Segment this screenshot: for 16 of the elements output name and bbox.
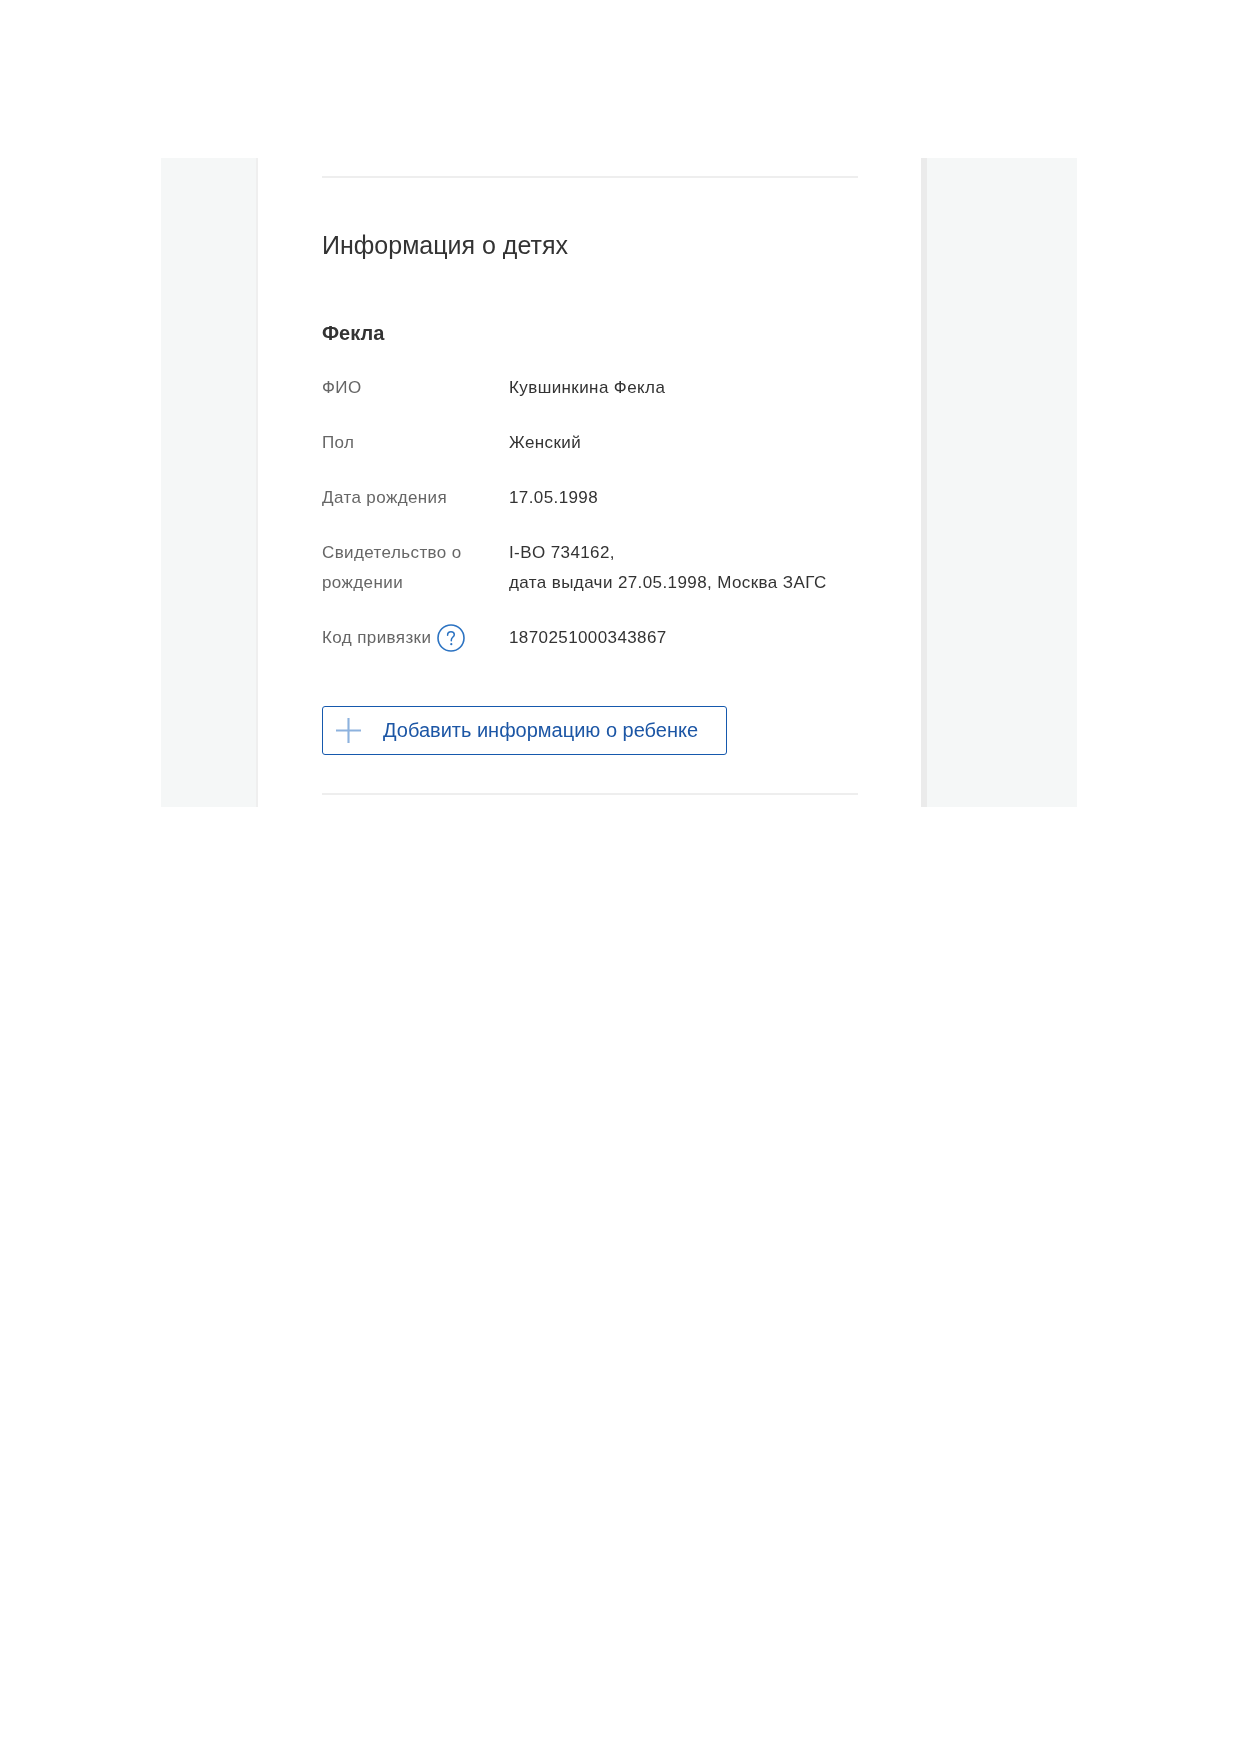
- field-label: ФИО: [322, 377, 362, 399]
- help-icon[interactable]: [437, 624, 466, 652]
- section-title: Информация о детях: [322, 230, 569, 260]
- field-value: дата выдачи 27.05.1998, Москва ЗАГС: [509, 572, 827, 594]
- field-label: Свидетельство о рождении: [322, 542, 463, 594]
- field-value: Кувшинкина Фекла: [509, 377, 666, 399]
- child-name: Фекла: [322, 321, 386, 346]
- field-label: Код привязки: [322, 627, 432, 649]
- field-value: I-BO 734162,: [509, 542, 616, 564]
- plus-icon: [336, 718, 361, 743]
- field-value: 1870251000343867: [509, 627, 667, 649]
- field-value: 17.05.1998: [509, 487, 599, 509]
- field-label: Дата рождения: [322, 487, 448, 509]
- field-value: Женский: [509, 432, 582, 454]
- field-label: Пол: [322, 432, 355, 454]
- add-child-button[interactable]: Добавить информацию о ребенке: [322, 706, 727, 755]
